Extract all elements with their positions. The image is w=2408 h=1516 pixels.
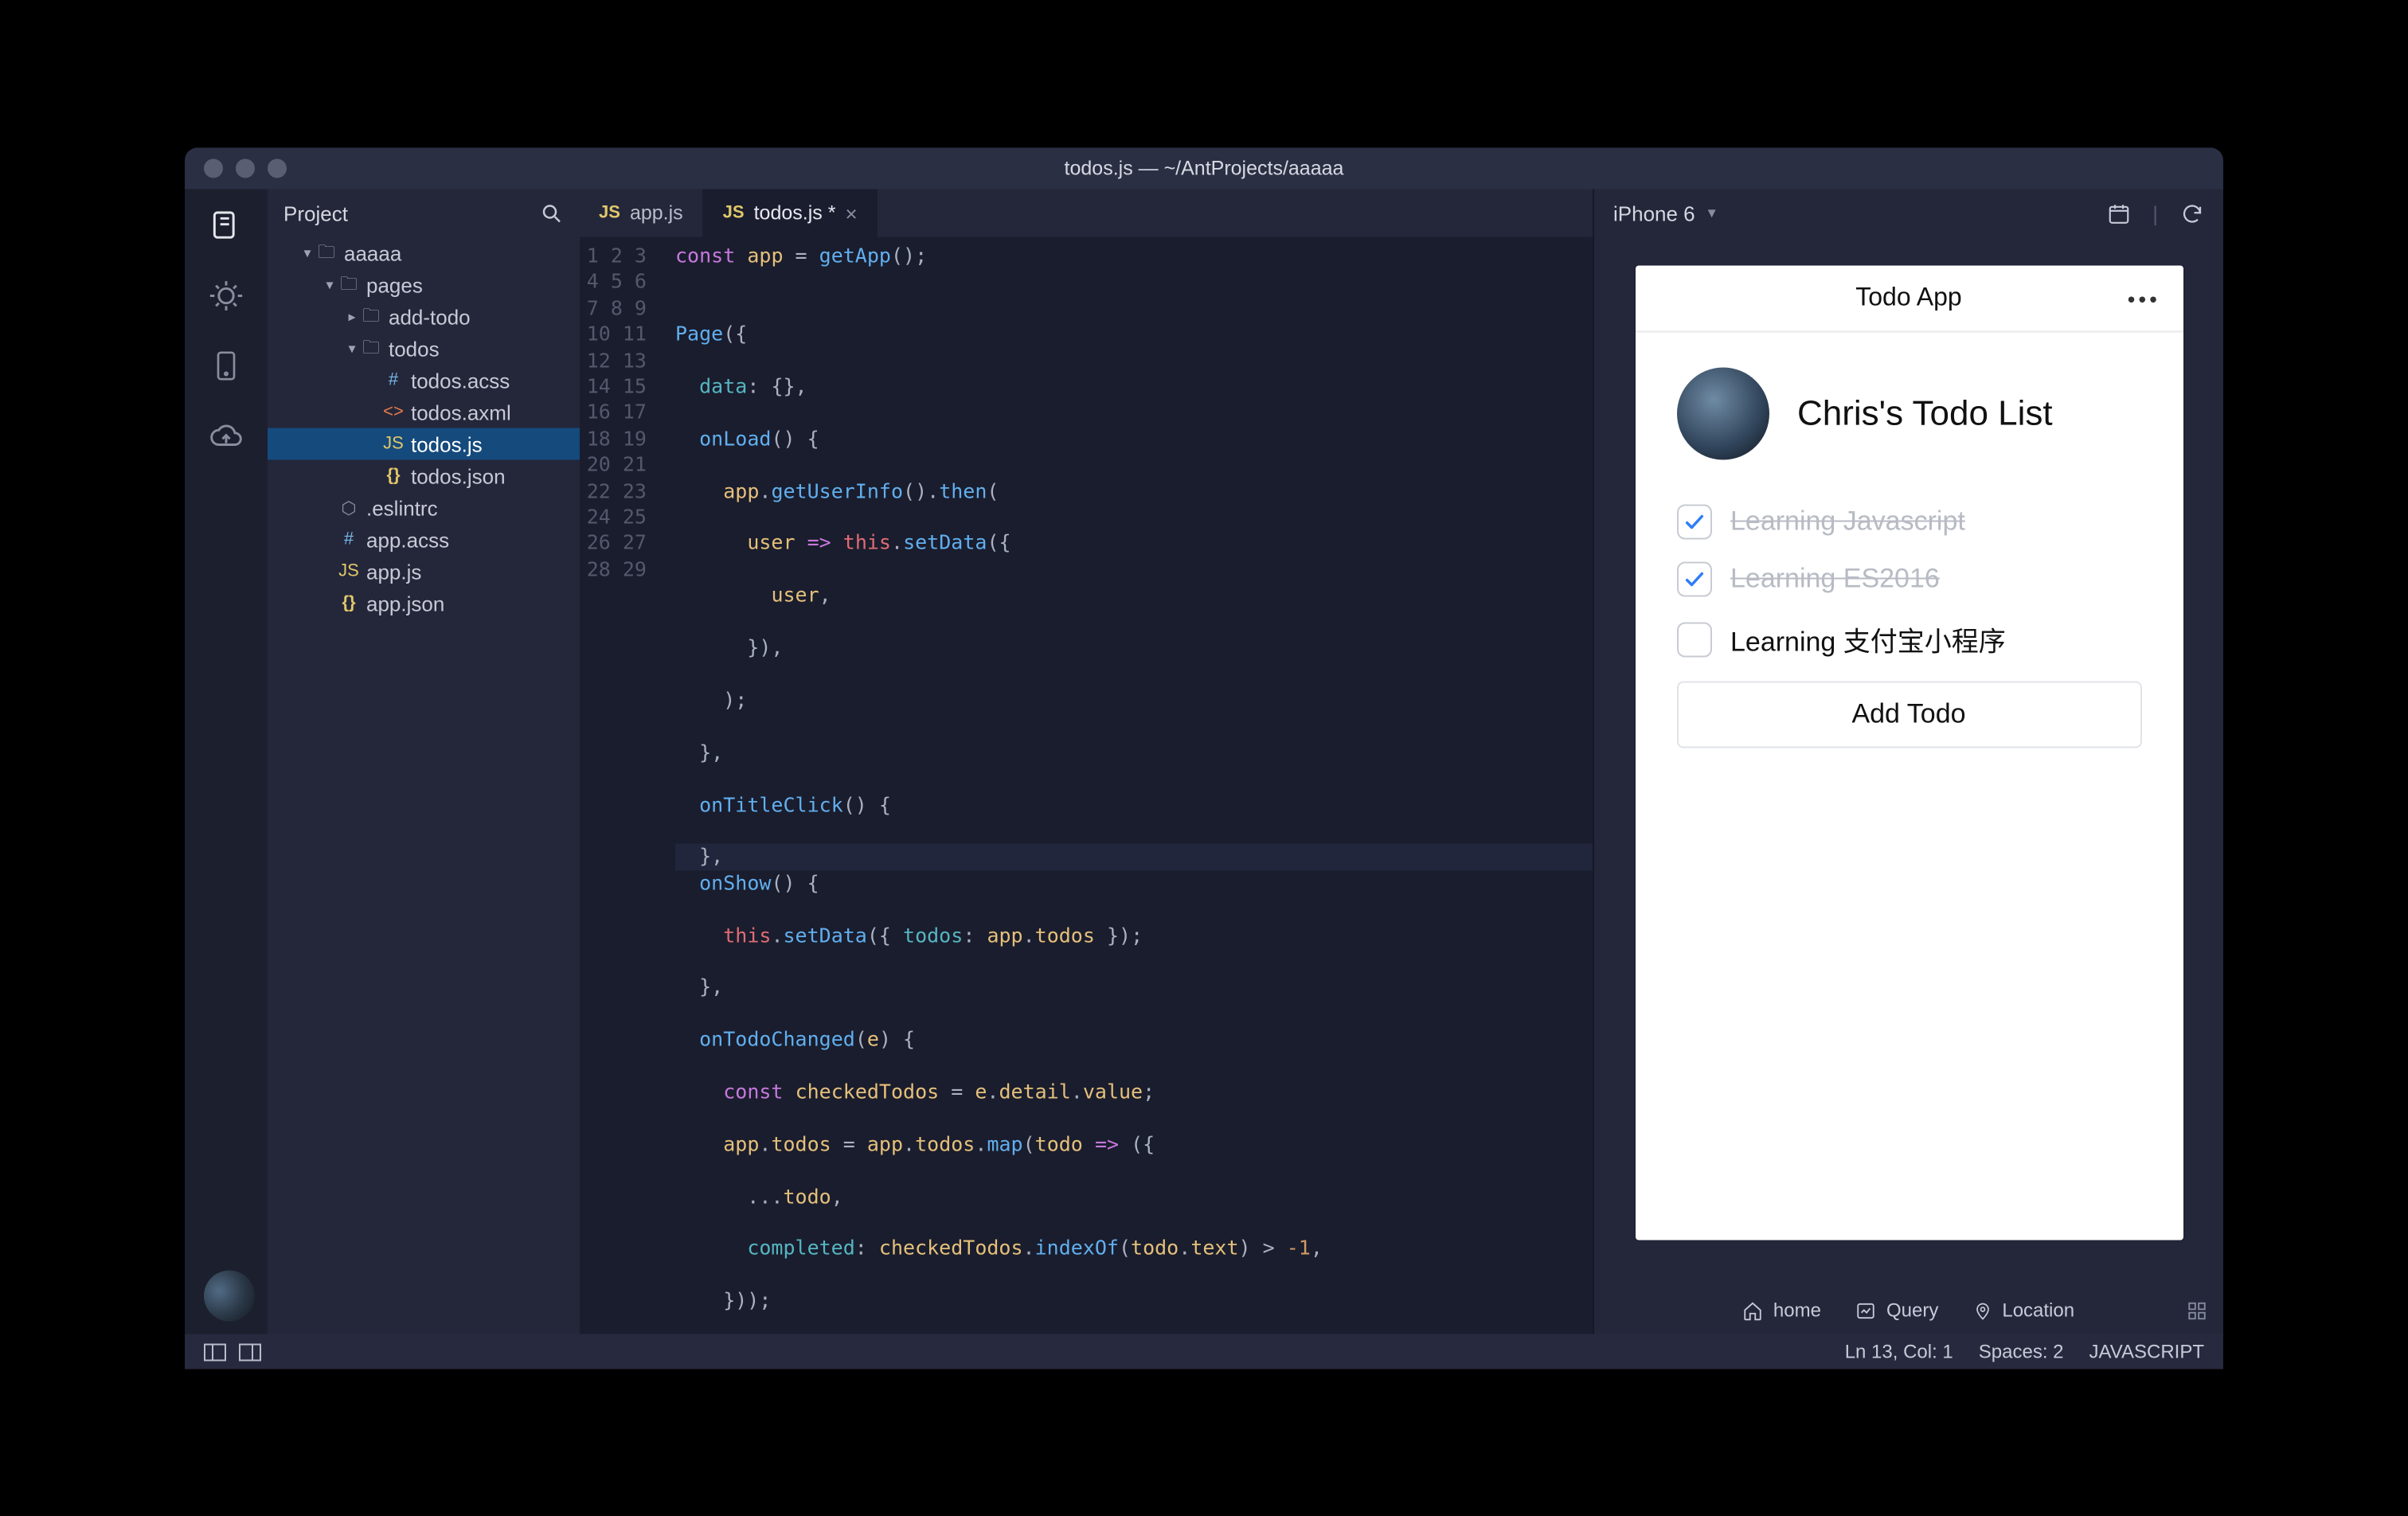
status-bar: Ln 13, Col: 1 Spaces: 2 JAVASCRIPT	[185, 1334, 2223, 1369]
simulator-footer: home Query Location	[1594, 1286, 2223, 1334]
tree-label: todos.js	[411, 432, 483, 455]
tree-row--eslintrc[interactable]: ⬡.eslintrc	[268, 491, 580, 523]
footer-location[interactable]: Location	[1973, 1299, 2074, 1321]
device-name: iPhone 6	[1613, 201, 1695, 225]
add-todo-label: Add Todo	[1851, 698, 1965, 730]
sidebar-title: Project	[283, 201, 348, 225]
device-icon[interactable]	[209, 348, 244, 383]
simulator-panel: iPhone 6 ▾ | Todo App •••	[1593, 189, 2223, 1334]
grid-icon[interactable]	[2187, 1299, 2207, 1320]
tree-row-add-todo[interactable]: ▸🗀add-todo	[268, 300, 580, 332]
tree-label: add-todo	[389, 304, 471, 328]
todo-label: Learning ES2016	[1730, 563, 1940, 595]
more-icon[interactable]: •••	[2128, 285, 2160, 311]
app-navbar: Todo App •••	[1635, 265, 2183, 332]
user-avatar-icon[interactable]	[204, 1270, 255, 1321]
user-avatar	[1676, 367, 1769, 459]
tree-row-app-acss[interactable]: #app.acss	[268, 523, 580, 555]
tree-row-todos[interactable]: ▾🗀todos	[268, 332, 580, 364]
window-title: todos.js — ~/AntProjects/aaaaa	[185, 157, 2223, 179]
tree-label: todos.acss	[411, 368, 510, 392]
file-tree: ▾🗀aaaaa▾🗀pages▸🗀add-todo▾🗀todos#todos.ac…	[268, 236, 580, 1334]
line-gutter: 1 2 3 4 5 6 7 8 9 10 11 12 13 14 15 16 1…	[580, 236, 663, 1334]
footer-home[interactable]: home	[1743, 1299, 1821, 1321]
tab-label: todos.js *	[754, 201, 836, 224]
status-right: Ln 13, Col: 1 Spaces: 2 JAVASCRIPT	[1845, 1340, 2204, 1362]
editor[interactable]: 1 2 3 4 5 6 7 8 9 10 11 12 13 14 15 16 1…	[580, 236, 1593, 1334]
status-left	[204, 1342, 261, 1360]
tree-label: .eslintrc	[366, 495, 438, 519]
user-row: Chris's Todo List	[1676, 367, 2141, 459]
todo-row[interactable]: Learning 支付宝小程序	[1676, 619, 2141, 658]
tree-label: app.acss	[366, 527, 449, 551]
app-title: Todo App	[1855, 283, 1961, 312]
language-mode[interactable]: JAVASCRIPT	[2089, 1340, 2204, 1362]
simulator-stage: Todo App ••• Chris's Todo List Learning …	[1594, 236, 2223, 1286]
toggle-right-panel-icon[interactable]	[239, 1342, 261, 1360]
editor-column: JS app.js JS todos.js * × 1 2 3 4 5 6 7 8 9 …	[580, 189, 1593, 1334]
tree-label: app.js	[366, 559, 421, 583]
tree-row-app-json[interactable]: {}app.json	[268, 587, 580, 619]
simulator-header: iPhone 6 ▾ |	[1594, 189, 2223, 236]
tree-label: todos.axml	[411, 400, 511, 424]
add-todo-button[interactable]: Add Todo	[1676, 681, 2141, 748]
js-file-icon: JS	[723, 203, 745, 222]
footer-query[interactable]: Query	[1856, 1299, 1938, 1321]
tree-row-todos-axml[interactable]: <>todos.axml	[268, 396, 580, 428]
app-window: todos.js — ~/AntProjects/aaaaa Project	[185, 147, 2223, 1369]
editor-tabs: JS app.js JS todos.js * ×	[580, 189, 1593, 236]
tree-row-todos-js[interactable]: JStodos.js	[268, 428, 580, 459]
calendar-icon[interactable]	[2106, 201, 2130, 225]
todo-label: Learning 支付宝小程序	[1730, 619, 2006, 658]
tree-label: todos	[389, 336, 440, 360]
cloud-upload-icon[interactable]	[209, 418, 244, 453]
indent-info[interactable]: Spaces: 2	[1979, 1340, 2064, 1362]
todo-row[interactable]: Learning Javascript	[1676, 504, 2141, 539]
checkbox-icon[interactable]	[1676, 561, 1711, 596]
checkbox-icon[interactable]	[1676, 504, 1711, 539]
tree-row-todos-json[interactable]: {}todos.json	[268, 459, 580, 491]
activity-bar	[185, 189, 268, 1334]
simulator-tools: |	[2106, 201, 2204, 225]
cursor-position[interactable]: Ln 13, Col: 1	[1845, 1340, 1953, 1362]
js-file-icon: JS	[599, 203, 620, 222]
todo-row[interactable]: Learning ES2016	[1676, 561, 2141, 596]
todo-list: Learning Javascript Learning ES2016 Learni…	[1676, 504, 2141, 658]
chevron-down-icon: ▾	[1708, 204, 1716, 221]
checkbox-icon[interactable]	[1676, 621, 1711, 656]
tree-label: app.json	[366, 591, 444, 615]
footer-home-label: home	[1773, 1299, 1821, 1321]
phone-frame: Todo App ••• Chris's Todo List Learning …	[1635, 265, 2183, 1240]
tree-label: aaaaa	[344, 240, 401, 264]
list-title: Chris's Todo List	[1797, 393, 2053, 434]
tree-row-aaaaa[interactable]: ▾🗀aaaaa	[268, 236, 580, 268]
device-selector[interactable]: iPhone 6 ▾	[1613, 201, 1716, 225]
footer-location-label: Location	[2002, 1299, 2074, 1321]
tab-label: app.js	[630, 201, 683, 224]
tree-row-pages[interactable]: ▾🗀pages	[268, 268, 580, 300]
tree-row-app-js[interactable]: JSapp.js	[268, 555, 580, 587]
footer-query-label: Query	[1886, 1299, 1938, 1321]
search-icon[interactable]	[540, 201, 564, 225]
sidebar-header: Project	[268, 189, 580, 236]
code-area[interactable]: const app = getApp(); Page({ data: {}, o…	[663, 236, 1593, 1334]
titlebar: todos.js — ~/AntProjects/aaaaa	[185, 147, 2223, 189]
close-tab-icon[interactable]: ×	[845, 201, 857, 225]
reload-icon[interactable]	[2180, 201, 2204, 225]
tree-label: todos.json	[411, 463, 506, 487]
app-body: Chris's Todo List Learning JavascriptLea…	[1635, 332, 2183, 1240]
explorer-icon[interactable]	[209, 208, 244, 243]
tab-todos-js[interactable]: JS todos.js * ×	[704, 189, 878, 236]
main-row: Project ▾🗀aaaaa▾🗀pages▸🗀add-todo▾🗀todos#…	[185, 189, 2223, 1334]
tree-row-todos-acss[interactable]: #todos.acss	[268, 364, 580, 396]
sidebar: Project ▾🗀aaaaa▾🗀pages▸🗀add-todo▾🗀todos#…	[268, 189, 580, 1334]
debug-icon[interactable]	[209, 278, 244, 313]
toggle-left-panel-icon[interactable]	[204, 1342, 226, 1360]
todo-label: Learning Javascript	[1730, 506, 1965, 537]
tab-app-js[interactable]: JS app.js	[580, 189, 704, 236]
tree-label: pages	[366, 272, 423, 296]
